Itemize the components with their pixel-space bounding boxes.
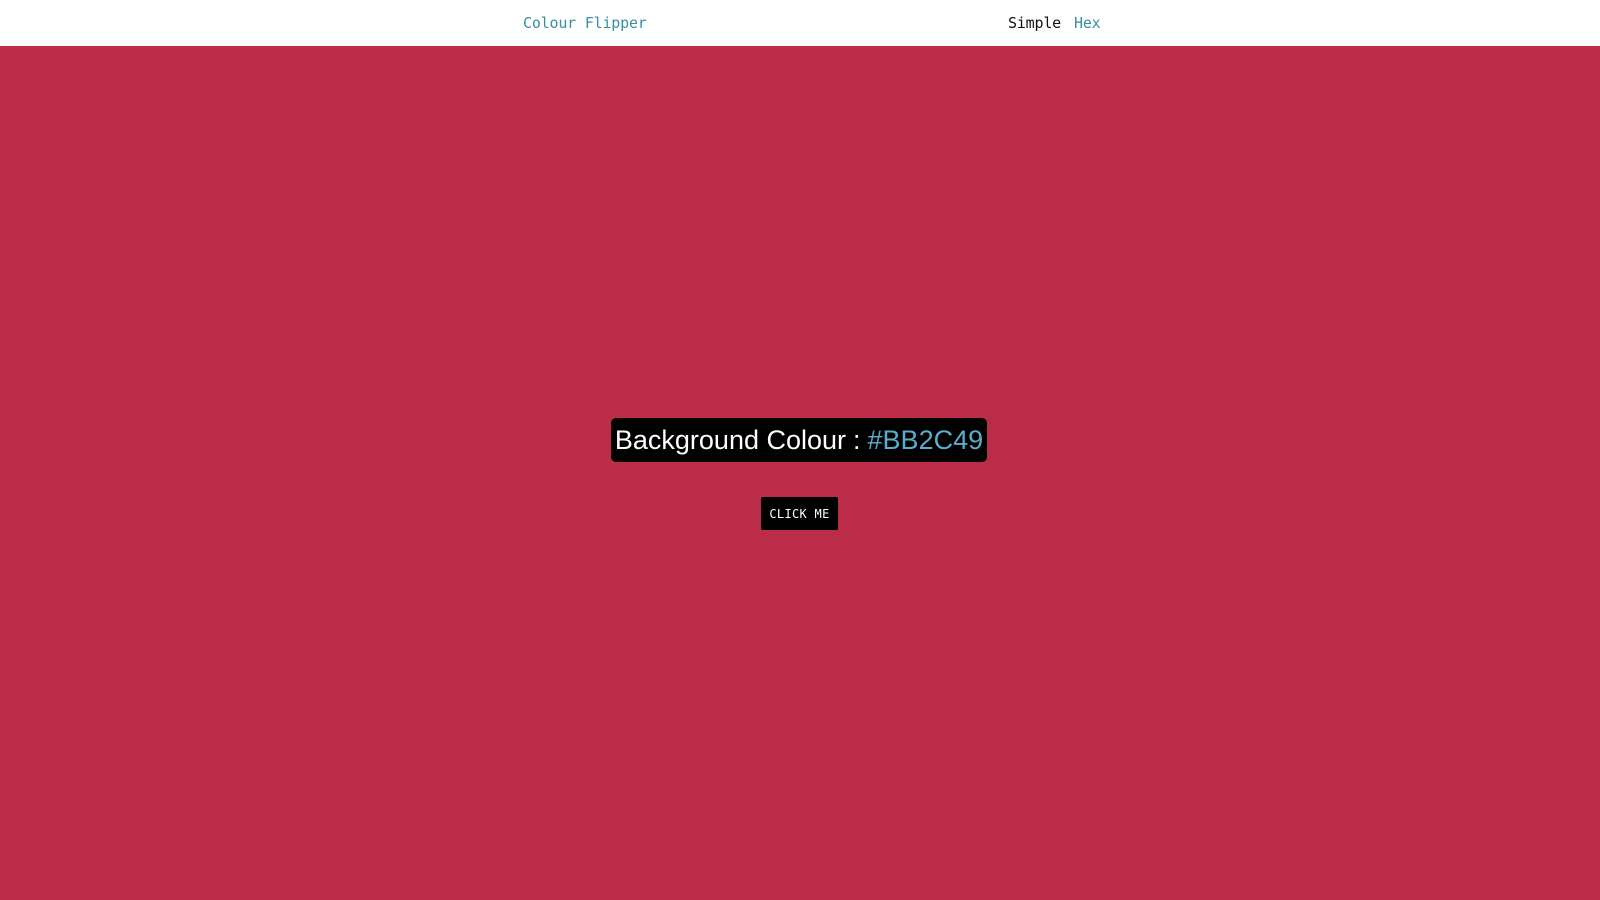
background-colour-label: Background Colour — [614, 424, 847, 455]
click-me-button[interactable]: CLICK ME — [761, 497, 838, 530]
nav-link-simple[interactable]: Simple — [1008, 13, 1061, 33]
nav-links: Simple Hex — [1008, 13, 1101, 33]
background-colour-value: #BB2C49 — [867, 424, 984, 455]
nav-link-hex[interactable]: Hex — [1074, 13, 1101, 33]
brand-link[interactable]: Colour Flipper — [523, 13, 647, 33]
background-colour-display: Background Colour : #BB2C49 — [611, 418, 987, 462]
colour-separator: : — [853, 424, 861, 455]
main-area — [0, 46, 1600, 900]
navbar: Colour Flipper Simple Hex — [0, 0, 1600, 46]
